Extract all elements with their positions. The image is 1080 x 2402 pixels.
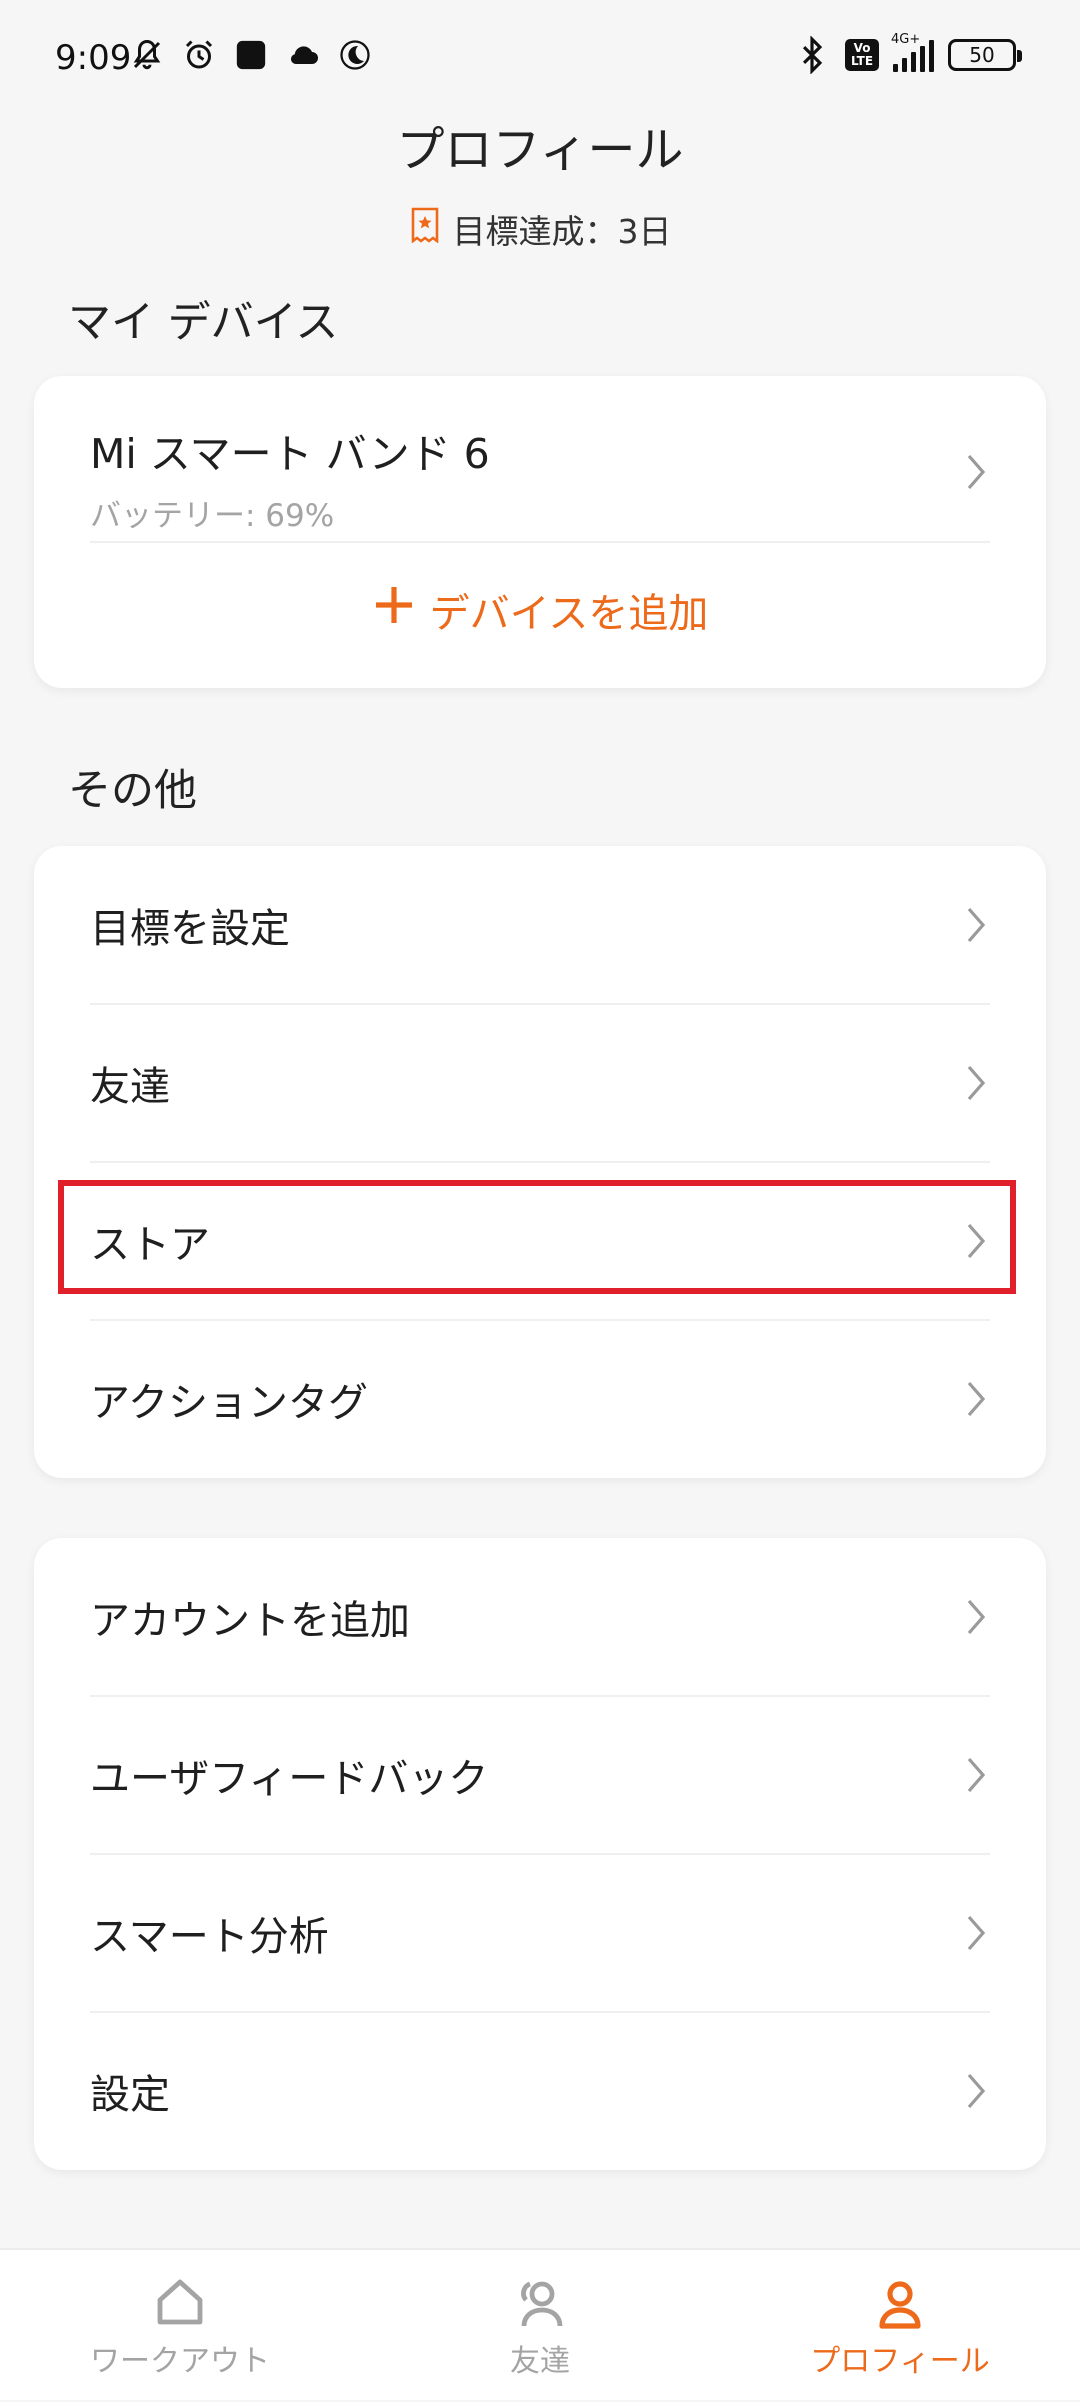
add-device-label: デバイスを追加 <box>429 591 709 637</box>
chevron-right-icon <box>962 1061 990 1105</box>
volte-bottom-label: LTE <box>850 54 874 68</box>
cloud-icon <box>284 36 322 74</box>
page-title: プロフィール <box>396 122 684 178</box>
signal-bar <box>929 40 934 72</box>
chevron-right-icon <box>962 903 990 947</box>
menu-item-settings[interactable]: 設定 <box>90 2012 990 2170</box>
status-bar: 9:09 Vo LTE 4G+ 50 <box>0 0 1080 120</box>
bell-muted-icon <box>128 36 166 74</box>
status-time: 9:09 <box>55 38 132 78</box>
signal-bar <box>893 64 898 72</box>
menu-item-user-feedback[interactable]: ユーザフィードバック <box>90 1696 990 1854</box>
app-notification-icon <box>232 36 270 74</box>
signal-bar <box>920 46 925 72</box>
volte-icon: Vo LTE <box>845 39 879 71</box>
menu-item-label: ストア <box>90 1222 210 1268</box>
status-left-icons <box>128 36 374 74</box>
tab-profile[interactable]: プロフィール <box>720 2250 1080 2402</box>
menu-item-label: ユーザフィードバック <box>90 1756 489 1802</box>
other-heading: その他 <box>68 766 197 816</box>
menu-item-label: スマート分析 <box>90 1914 329 1960</box>
my-devices-heading: マイ デバイス <box>68 298 339 348</box>
profile-icon <box>872 2274 928 2330</box>
moon-icon <box>336 36 374 74</box>
signal-icon: 4G+ <box>891 32 934 72</box>
friends-icon <box>512 2274 568 2330</box>
divider <box>90 541 990 543</box>
battery-icon: 50 <box>948 39 1022 71</box>
add-device-button[interactable]: デバイスを追加 <box>34 560 1046 660</box>
chevron-right-icon <box>962 1753 990 1797</box>
chevron-right-icon <box>962 1911 990 1955</box>
chevron-right-icon <box>962 1595 990 1639</box>
status-right-icons: Vo LTE 4G+ 50 <box>793 32 1022 74</box>
battery-level: 50 <box>969 43 995 67</box>
tab-label: 友達 <box>510 2344 570 2379</box>
tab-label: ワークアウト <box>90 2344 270 2379</box>
menu-item-label: アカウントを追加 <box>90 1598 410 1644</box>
account-card: アカウントを追加 ユーザフィードバック スマート分析 設定 <box>34 1538 1046 2170</box>
menu-item-smart-analysis[interactable]: スマート分析 <box>90 1854 990 2012</box>
menu-item-label: アクションタグ <box>90 1380 368 1426</box>
chevron-right-icon <box>962 1219 990 1263</box>
menu-item-label: 目標を設定 <box>90 906 290 952</box>
device-battery: バッテリー: 69% <box>90 498 335 534</box>
chevron-right-icon <box>962 2069 990 2113</box>
device-name: Mi スマート バンド 6 <box>90 430 490 478</box>
plus-icon <box>372 583 416 637</box>
my-devices-card: Mi スマート バンド 6 バッテリー: 69% デバイスを追加 <box>34 376 1046 688</box>
network-type: 4G+ <box>891 32 921 47</box>
alarm-icon <box>180 36 218 74</box>
bottom-tab-bar: ワークアウト 友達 プロフィール <box>0 2248 1080 2400</box>
menu-item-set-goal[interactable]: 目標を設定 <box>90 846 990 1004</box>
device-row[interactable]: Mi スマート バンド 6 バッテリー: 69% <box>90 406 990 536</box>
chevron-right-icon <box>962 450 990 494</box>
bluetooth-icon <box>793 36 831 74</box>
menu-item-add-account[interactable]: アカウントを追加 <box>90 1538 990 1696</box>
menu-item-action-tags[interactable]: アクションタグ <box>90 1320 990 1478</box>
signal-bar <box>902 58 907 72</box>
home-icon <box>152 2274 208 2330</box>
goal-streak[interactable]: 目標達成：3日 <box>0 205 1080 253</box>
goal-badge-icon <box>409 207 441 251</box>
tab-label: プロフィール <box>810 2344 990 2379</box>
signal-bar <box>911 52 916 72</box>
tab-friends[interactable]: 友達 <box>360 2250 720 2402</box>
menu-item-label: 設定 <box>90 2072 170 2118</box>
menu-item-label: 友達 <box>90 1064 170 1110</box>
goal-streak-text: 目標達成：3日 <box>452 212 672 251</box>
menu-item-store[interactable]: ストア <box>90 1162 990 1320</box>
tab-workout[interactable]: ワークアウト <box>0 2250 360 2402</box>
other-card: 目標を設定 友達 ストア アクションタグ <box>34 846 1046 1478</box>
chevron-right-icon <box>962 1377 990 1421</box>
menu-item-friends[interactable]: 友達 <box>90 1004 990 1162</box>
